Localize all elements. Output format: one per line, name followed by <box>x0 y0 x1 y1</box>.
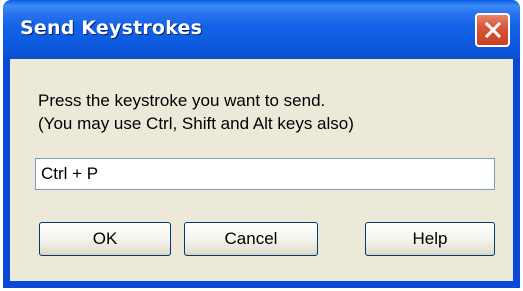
close-button[interactable] <box>475 13 510 47</box>
help-button[interactable]: Help <box>365 222 495 256</box>
dialog-body: Press the keystroke you want to send. (Y… <box>10 59 513 281</box>
keystroke-input[interactable]: Ctrl + P <box>35 158 495 190</box>
window-title: Send Keystrokes <box>20 17 203 39</box>
cancel-button[interactable]: Cancel <box>184 222 318 256</box>
instructions: Press the keystroke you want to send. (Y… <box>38 89 354 135</box>
instruction-line-2: (You may use Ctrl, Shift and Alt keys al… <box>38 114 354 133</box>
instruction-line-1: Press the keystroke you want to send. <box>38 91 326 110</box>
close-icon <box>484 21 502 39</box>
ok-button[interactable]: OK <box>39 222 171 256</box>
title-bar[interactable]: Send Keystrokes <box>3 0 520 59</box>
send-keystrokes-dialog: Send Keystrokes Press the keystroke you … <box>0 0 523 291</box>
